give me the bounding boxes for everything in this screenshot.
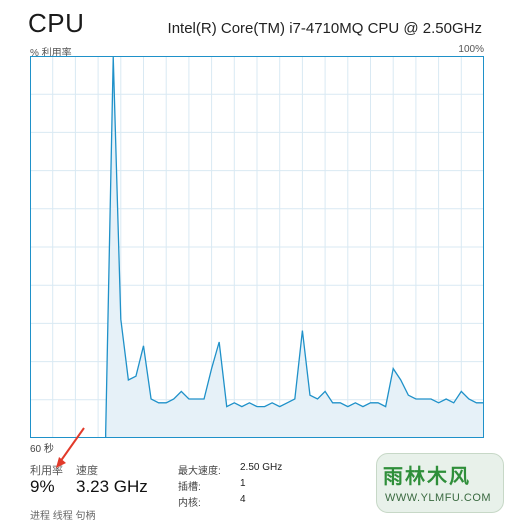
watermark-text: 雨林木风 — [383, 464, 471, 488]
watermark-logo: 雨林木风 WWW.YLMFU.COM — [376, 453, 504, 513]
y-axis-max-label: 100% — [458, 44, 484, 55]
cpu-model-name: Intel(R) Core(TM) i7-4710MQ CPU @ 2.50GH… — [167, 20, 482, 37]
annotation-arrow-icon — [56, 427, 85, 468]
max-speed-label: 最大速度: — [178, 466, 221, 477]
speed-value: 3.23 GHz — [76, 477, 148, 496]
cpu-utilization-graph — [30, 56, 484, 438]
partial-stats-row: 进程 线程 句柄 — [30, 511, 96, 522]
page-title: CPU — [28, 8, 85, 38]
cores-value: 4 — [240, 494, 246, 505]
utilization-value: 9% — [30, 477, 55, 496]
watermark-url: WWW.YLMFU.COM — [385, 492, 492, 504]
sockets-value: 1 — [240, 478, 246, 489]
max-speed-value: 2.50 GHz — [240, 462, 283, 473]
sockets-label: 插槽: — [178, 482, 201, 493]
graph-grid — [30, 56, 484, 438]
cores-label: 内核: — [178, 498, 201, 509]
